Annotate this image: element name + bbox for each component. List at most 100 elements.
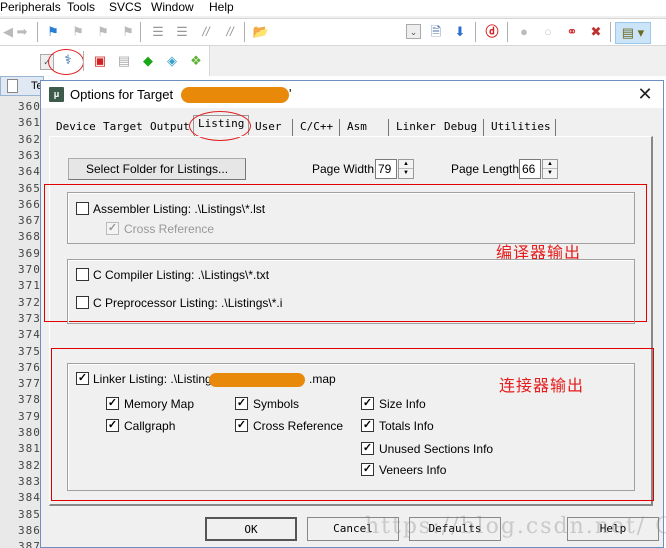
target-dropdown[interactable]: ⌄	[406, 24, 421, 39]
spin-down-icon[interactable]: ▼	[399, 169, 413, 178]
callgraph-checkbox[interactable]: ✓	[106, 419, 119, 432]
file-extensions-icon[interactable]: ▤	[116, 53, 132, 69]
line-number: 383	[18, 474, 41, 488]
tab-debug[interactable]: Debug	[440, 119, 484, 136]
tab-utilities[interactable]: Utilities	[487, 119, 556, 136]
asm-cross-reference-checkbox[interactable]: ✓	[106, 222, 119, 235]
tab-asm[interactable]: Asm	[343, 119, 389, 136]
clear-bookmarks-icon[interactable]: ⚑	[120, 24, 136, 40]
comment-icon[interactable]: //	[198, 24, 214, 40]
select-packs-icon[interactable]: ◆	[140, 53, 156, 69]
callgraph-label: Callgraph	[124, 419, 176, 433]
line-number: 382	[18, 458, 41, 472]
page-length-label: Page Length:	[451, 162, 523, 176]
unindent-icon[interactable]: ☰	[174, 24, 190, 40]
symbols-checkbox[interactable]: ✓	[235, 397, 248, 410]
help-button[interactable]: Help	[567, 517, 659, 541]
bookmark-icon[interactable]: ⚑	[45, 24, 61, 40]
pack-installer-icon[interactable]: ◈	[164, 53, 180, 69]
cancel-button[interactable]: Cancel	[307, 517, 399, 541]
menu-peripherals[interactable]: Peripherals	[0, 0, 61, 15]
close-icon[interactable]: ✕	[635, 84, 655, 104]
line-number: 377	[18, 377, 41, 391]
defaults-button[interactable]: Defaults	[409, 517, 501, 541]
c-compiler-listing-checkbox[interactable]	[76, 268, 89, 281]
symbols-label: Symbols	[253, 397, 300, 411]
assembler-listing-checkbox[interactable]	[76, 202, 89, 215]
line-number: 385	[18, 507, 41, 521]
page-length-spinner[interactable]: ▲ ▼	[542, 159, 558, 179]
multi-project-icon[interactable]: ❖	[188, 53, 204, 69]
dialog-title: Options for Target	[70, 87, 174, 102]
ok-button[interactable]: OK	[205, 517, 297, 541]
linker-cross-reference-label: Cross Reference	[253, 419, 344, 433]
menu-window[interactable]: Window	[151, 0, 194, 15]
tab-target[interactable]: Target	[99, 119, 148, 136]
disable-all-breakpoints-icon[interactable]: ⚭	[564, 24, 580, 40]
veneers-info-checkbox[interactable]: ✓	[361, 463, 374, 476]
dialog-title-suffix: '	[289, 86, 292, 101]
line-number: 379	[18, 409, 41, 423]
redacted-target-name	[181, 87, 289, 103]
toolbar-separator	[507, 22, 508, 42]
dialog-title-bar: μ Options for Target ' ✕	[41, 81, 663, 108]
toolbar-separator	[244, 22, 245, 42]
kill-all-breakpoints-icon[interactable]: ✖	[588, 24, 604, 40]
spin-down-icon[interactable]: ▼	[543, 169, 557, 178]
menu-tools[interactable]: Tools	[67, 0, 95, 15]
page-width-spinner[interactable]: ▲ ▼	[398, 159, 414, 179]
redacted-map-name	[209, 373, 305, 387]
linker-cross-reference-checkbox[interactable]: ✓	[235, 419, 248, 432]
linker-listing-checkbox[interactable]: ✓	[76, 372, 89, 385]
linker-listing-label: Linker Listing: .\Listings\	[93, 372, 222, 386]
prev-bookmark-icon[interactable]: ⚑	[70, 24, 86, 40]
assembler-listing-group	[67, 192, 635, 244]
line-number: 371	[18, 279, 41, 293]
tab-device[interactable]: Device	[52, 119, 101, 136]
line-number: 366	[18, 197, 41, 211]
debug-icon[interactable]: ⓓ	[484, 24, 500, 40]
unused-sections-info-checkbox[interactable]: ✓	[361, 442, 374, 455]
tab-user[interactable]: User	[251, 119, 293, 136]
tab-output[interactable]: Output	[146, 119, 195, 136]
page-length-input[interactable]: 66	[519, 159, 541, 179]
edit-toolbar: ◀ ➡ ⚑ ⚑ ⚑ ⚑ ☰ ☰ // // 📂 ⌄ 🗎 ⬇ ⓓ ● ○ ⚭ ✖ …	[0, 18, 666, 46]
line-number: 373	[18, 311, 41, 325]
line-number: 374	[18, 328, 41, 342]
tab-linker[interactable]: Linker	[392, 119, 441, 136]
size-info-checkbox[interactable]: ✓	[361, 397, 374, 410]
menu-help[interactable]: Help	[209, 0, 234, 15]
uncomment-icon[interactable]: //	[222, 24, 238, 40]
line-number: 362	[18, 132, 41, 146]
breakpoint-icon[interactable]: ●	[516, 24, 532, 40]
find-in-files-icon[interactable]: 📂	[253, 24, 269, 40]
page-width-input[interactable]: 79	[375, 159, 397, 179]
next-bookmark-icon[interactable]: ⚑	[95, 24, 111, 40]
spin-up-icon[interactable]: ▲	[399, 160, 413, 169]
find-icon[interactable]: 🗎	[428, 24, 444, 40]
window-layout-icon[interactable]: ▤ ▾	[615, 22, 651, 44]
select-folder-button[interactable]: Select Folder for Listings...	[68, 158, 246, 180]
menu-svcs[interactable]: SVCS	[109, 0, 142, 15]
spin-up-icon[interactable]: ▲	[543, 160, 557, 169]
assembler-listing-label: Assembler Listing: .\Listings\*.lst	[93, 202, 266, 216]
totals-info-checkbox[interactable]: ✓	[361, 419, 374, 432]
memory-map-checkbox[interactable]: ✓	[106, 397, 119, 410]
page-width-label: Page Width:	[312, 162, 378, 176]
line-number: 386	[18, 523, 41, 537]
line-number: 361	[18, 116, 41, 130]
disabled-breakpoint-icon[interactable]: ○	[540, 24, 556, 40]
toolbar-separator	[610, 22, 611, 42]
editor-tab[interactable]: Te	[0, 76, 44, 96]
c-preprocessor-listing-checkbox[interactable]	[76, 296, 89, 309]
indent-icon[interactable]: ☰	[150, 24, 166, 40]
toolbar-separator	[140, 22, 141, 42]
toolbar-separator	[37, 22, 38, 42]
line-number: 372	[18, 295, 41, 309]
line-number: 378	[18, 393, 41, 407]
incremental-find-icon[interactable]: ⬇	[452, 24, 468, 40]
line-number: 387	[18, 540, 41, 548]
manage-components-icon[interactable]: ▣	[92, 53, 108, 69]
tab-c-cpp[interactable]: C/C++	[296, 119, 340, 136]
forward-icon[interactable]: ➡	[14, 24, 30, 40]
